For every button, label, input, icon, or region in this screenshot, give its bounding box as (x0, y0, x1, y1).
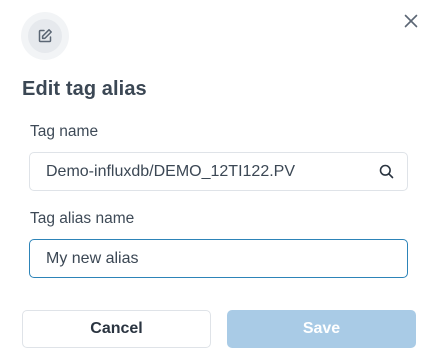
tag-alias-name-input[interactable]: My new alias (29, 239, 408, 278)
edit-icon (38, 29, 52, 43)
cancel-button[interactable]: Cancel (22, 310, 211, 348)
close-icon (404, 14, 418, 28)
tag-alias-name-label: Tag alias name (30, 210, 135, 227)
close-button[interactable] (400, 10, 422, 32)
tag-alias-name-value: My new alias (46, 249, 139, 267)
dialog-title: Edit tag alias (22, 78, 147, 100)
tag-name-value: Demo-influxdb/DEMO_12TI122.PV (46, 162, 295, 180)
search-icon[interactable] (377, 163, 395, 181)
tag-name-label: Tag name (30, 123, 99, 140)
edit-tag-alias-dialog: Edit tag alias Tag name Demo-influxdb/DE… (0, 0, 435, 359)
header-icon-badge (21, 12, 69, 60)
save-button[interactable]: Save (227, 310, 416, 348)
tag-name-field[interactable]: Demo-influxdb/DEMO_12TI122.PV (29, 152, 408, 191)
